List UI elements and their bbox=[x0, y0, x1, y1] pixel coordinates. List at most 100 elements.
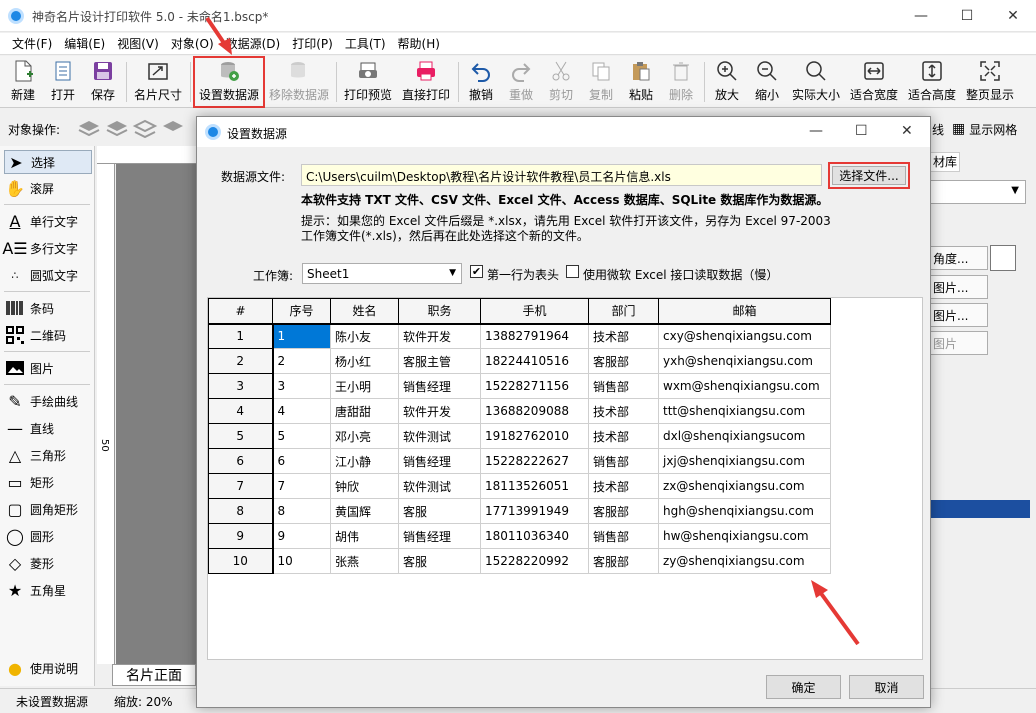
tool-image[interactable]: 图片 bbox=[4, 356, 92, 380]
table-cell[interactable]: 15228222627 bbox=[480, 448, 589, 474]
table-cell[interactable]: 邓小亮 bbox=[330, 423, 399, 449]
direct-print-button[interactable]: 直接打印 bbox=[400, 58, 452, 106]
new-button[interactable]: 新建 bbox=[8, 58, 38, 106]
menu-file[interactable]: 文件(F) bbox=[6, 35, 58, 52]
row-header[interactable]: 1 bbox=[208, 323, 274, 349]
table-cell[interactable]: 13688209088 bbox=[480, 398, 589, 424]
table-cell[interactable]: dxl@shenqixiangsucom bbox=[658, 423, 831, 449]
row-header[interactable]: 5 bbox=[208, 423, 274, 449]
actual-size-button[interactable]: 实际大小 bbox=[790, 58, 842, 106]
table-row[interactable]: 6 6 江小静 销售经理 15228222627 销售部 jxj@shenqixiangsu… bbox=[208, 448, 831, 474]
tool-multi-line-text[interactable]: A☰ 多行文字 bbox=[2, 236, 92, 260]
print-preview-button[interactable]: 打印预览 bbox=[342, 58, 394, 106]
row-header[interactable]: 3 bbox=[208, 373, 274, 399]
table-cell[interactable]: 13882791964 bbox=[480, 323, 589, 349]
full-page-button[interactable]: 整页显示 bbox=[964, 58, 1016, 106]
table-cell[interactable]: 客服部 bbox=[588, 348, 659, 374]
redo-button[interactable]: 重做 bbox=[506, 58, 536, 106]
tool-arc-text[interactable]: ∴ 圆弧文字 bbox=[4, 263, 92, 287]
table-cell[interactable]: ttt@shenqixiangsu.com bbox=[658, 398, 831, 424]
table-cell[interactable]: 客服部 bbox=[588, 498, 659, 524]
row-header[interactable]: 6 bbox=[208, 448, 274, 474]
table-cell[interactable]: 19182762010 bbox=[480, 423, 589, 449]
table-cell[interactable]: 软件测试 bbox=[398, 473, 481, 499]
first-row-header-checkbox[interactable]: ✔ bbox=[470, 265, 483, 278]
image-button-2[interactable]: 图片... bbox=[930, 303, 988, 327]
table-cell[interactable]: jxj@shenqixiangsu.com bbox=[658, 448, 831, 474]
cancel-button[interactable]: 取消 bbox=[849, 675, 924, 699]
menu-view[interactable]: 视图(V) bbox=[111, 35, 165, 52]
tool-star[interactable]: ★ 五角星 bbox=[4, 578, 92, 602]
table-cell[interactable]: 4 bbox=[272, 398, 331, 424]
angle-button[interactable]: 角度... bbox=[930, 246, 988, 270]
help-button[interactable]: ● 使用说明 bbox=[4, 656, 92, 680]
table-row[interactable]: 5 5 邓小亮 软件测试 19182762010 技术部 dxl@shenqixiangsu… bbox=[208, 423, 831, 449]
menu-print[interactable]: 打印(P) bbox=[286, 35, 339, 52]
table-cell[interactable]: 软件开发 bbox=[398, 323, 481, 349]
set-datasource-button[interactable]: 设置数据源 bbox=[193, 56, 265, 108]
display-grid-toggle[interactable]: 线 ▦ 显示网格 bbox=[930, 116, 1036, 142]
zoom-in-button[interactable]: 放大 bbox=[712, 58, 742, 106]
menu-tools[interactable]: 工具(T) bbox=[339, 35, 392, 52]
datasource-file-path[interactable]: C:\Users\cuilm\Desktop\教程\名片设计软件教程\员工名片信… bbox=[301, 164, 822, 186]
tab-card-front[interactable]: 名片正面 bbox=[112, 664, 196, 686]
table-cell[interactable]: 客服主管 bbox=[398, 348, 481, 374]
table-row[interactable]: 1 1 陈小友 软件开发 13882791964 技术部 cxy@shenqixiangsu… bbox=[208, 323, 831, 349]
selected-property-row[interactable] bbox=[930, 500, 1030, 518]
open-button[interactable]: 打开 bbox=[48, 58, 78, 106]
row-header[interactable]: 2 bbox=[208, 348, 274, 374]
data-grid[interactable]: # 序号 姓名 职务 手机 部门 邮箱 1 1 陈小友 软件开发 13882791964 技术部 cxy… bbox=[207, 297, 923, 660]
dialog-maximize-button[interactable]: ☐ bbox=[855, 123, 868, 139]
zoom-out-button[interactable]: 缩小 bbox=[752, 58, 782, 106]
tool-single-line-text[interactable]: A 单行文字 bbox=[4, 209, 92, 233]
table-cell[interactable]: 钟欣 bbox=[330, 473, 399, 499]
row-header[interactable]: 7 bbox=[208, 473, 274, 499]
tool-circle[interactable]: ◯ 圆形 bbox=[4, 524, 92, 548]
table-cell[interactable]: 销售经理 bbox=[398, 373, 481, 399]
table-cell[interactable]: zy@shenqixiangsu.com bbox=[658, 548, 831, 574]
table-cell[interactable]: 15228271156 bbox=[480, 373, 589, 399]
table-cell[interactable]: 10 bbox=[272, 548, 331, 574]
table-cell[interactable]: 王小明 bbox=[330, 373, 399, 399]
ok-button[interactable]: 确定 bbox=[766, 675, 841, 699]
use-ms-excel-checkbox[interactable] bbox=[566, 265, 579, 278]
tool-diamond[interactable]: ◇ 菱形 bbox=[4, 551, 92, 575]
card-size-button[interactable]: 名片尺寸 bbox=[132, 58, 184, 106]
tab-material-library[interactable]: 材库 bbox=[930, 152, 960, 172]
color-swatch[interactable] bbox=[990, 245, 1016, 271]
table-cell[interactable]: 15228220992 bbox=[480, 548, 589, 574]
table-cell[interactable]: 技术部 bbox=[588, 473, 659, 499]
table-cell[interactable]: 唐甜甜 bbox=[330, 398, 399, 424]
table-row[interactable]: 3 3 王小明 销售经理 15228271156 销售部 wxm@shenqixiangsu… bbox=[208, 373, 831, 399]
cut-button[interactable]: 剪切 bbox=[546, 58, 576, 106]
image-button-1[interactable]: 图片... bbox=[930, 275, 988, 299]
table-cell[interactable]: 7 bbox=[272, 473, 331, 499]
table-cell[interactable]: 6 bbox=[272, 448, 331, 474]
table-cell[interactable]: 18113526051 bbox=[480, 473, 589, 499]
table-cell[interactable]: hgh@shenqixiangsu.com bbox=[658, 498, 831, 524]
table-cell[interactable]: 销售部 bbox=[588, 523, 659, 549]
column-header[interactable]: 部门 bbox=[588, 298, 659, 325]
column-header[interactable]: 职务 bbox=[398, 298, 481, 325]
table-cell[interactable]: 陈小友 bbox=[330, 323, 399, 349]
tool-select[interactable]: ➤ 选择 bbox=[4, 150, 92, 174]
menu-object[interactable]: 对象(O) bbox=[165, 35, 220, 52]
tool-triangle[interactable]: △ 三角形 bbox=[4, 443, 92, 467]
choose-file-button[interactable]: 选择文件... bbox=[832, 166, 906, 185]
tool-rounded-rectangle[interactable]: ▢ 圆角矩形 bbox=[4, 497, 92, 521]
maximize-button[interactable]: ☐ bbox=[944, 0, 990, 32]
table-cell[interactable]: 软件测试 bbox=[398, 423, 481, 449]
design-canvas[interactable] bbox=[116, 164, 200, 664]
table-cell[interactable]: 18011036340 bbox=[480, 523, 589, 549]
table-cell[interactable]: 9 bbox=[272, 523, 331, 549]
tool-barcode[interactable]: 条码 bbox=[4, 296, 92, 320]
table-cell[interactable]: wxm@shenqixiangsu.com bbox=[658, 373, 831, 399]
menu-help[interactable]: 帮助(H) bbox=[392, 35, 446, 52]
table-cell[interactable]: hw@shenqixiangsu.com bbox=[658, 523, 831, 549]
table-row[interactable]: 4 4 唐甜甜 软件开发 13688209088 技术部 ttt@shenqixiangsu… bbox=[208, 398, 831, 424]
table-cell[interactable]: 江小静 bbox=[330, 448, 399, 474]
minimize-button[interactable]: — bbox=[898, 0, 944, 32]
table-cell[interactable]: 销售部 bbox=[588, 373, 659, 399]
row-header[interactable]: 4 bbox=[208, 398, 274, 424]
table-cell[interactable]: 销售部 bbox=[588, 448, 659, 474]
